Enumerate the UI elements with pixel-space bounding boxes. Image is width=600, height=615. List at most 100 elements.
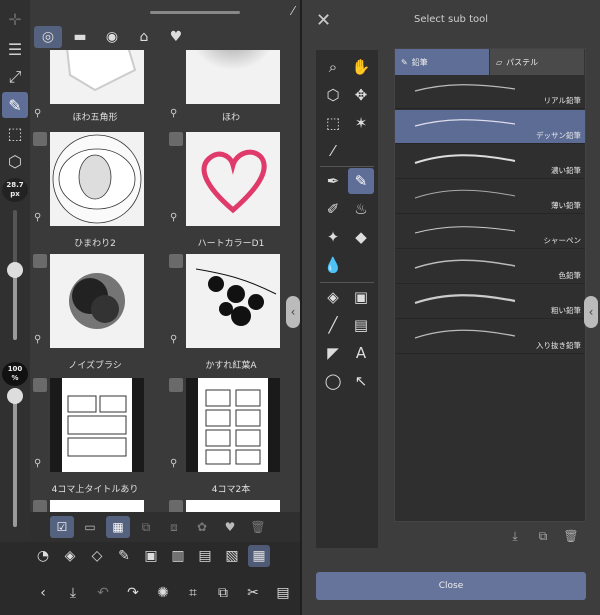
marquee-icon[interactable]: ⬚ (320, 110, 346, 136)
magic-wand-icon[interactable]: ✶ (348, 110, 374, 136)
hand-icon[interactable]: ✋ (348, 54, 374, 80)
decoration-icon[interactable]: ✦ (320, 224, 346, 250)
move-icon[interactable]: ✥ (348, 82, 374, 108)
panel-collapse-handle[interactable]: ‹ (286, 296, 300, 328)
copy-icon[interactable]: ⧉ (212, 582, 234, 604)
copy-icon[interactable]: ⧉ (134, 516, 158, 538)
delete-icon[interactable]: 🗑 (246, 516, 270, 538)
select-checkbox[interactable] (169, 132, 183, 146)
object-tool-icon[interactable]: ⬡ (2, 148, 28, 174)
favorite-icon[interactable]: ♥ (162, 26, 190, 48)
pin-icon[interactable]: ⚲ (34, 334, 46, 348)
select-checkbox[interactable] (169, 500, 183, 512)
pin-icon[interactable]: ⚲ (170, 212, 182, 226)
text-icon[interactable]: A (348, 340, 374, 366)
list-view-icon[interactable]: ▭ (78, 516, 102, 538)
select-checkbox[interactable] (33, 254, 47, 268)
line-icon[interactable]: ╱ (320, 312, 346, 338)
sub-tool-item[interactable]: シャーペン (395, 215, 585, 249)
tag-icon[interactable]: ⌂ (130, 26, 158, 48)
balloon-icon[interactable]: ◯ (320, 368, 346, 394)
eyedropper-icon[interactable]: ⁄ (320, 138, 346, 164)
animation-icon[interactable]: ▤ (194, 545, 216, 567)
pin-icon[interactable]: ⚲ (170, 334, 182, 348)
gradient-icon[interactable]: ▣ (348, 284, 374, 310)
grid-view-icon[interactable]: ▦ (106, 516, 130, 538)
settings-icon[interactable]: ✿ (190, 516, 214, 538)
select-checkbox[interactable] (33, 500, 47, 512)
undo-icon[interactable]: ↶ (92, 582, 114, 604)
sub-tool-item[interactable]: 濃い鉛筆 (395, 145, 585, 179)
zoom-icon[interactable]: ⌕ (320, 54, 346, 80)
close-button[interactable]: Close (316, 572, 586, 600)
pin-icon[interactable]: ⚲ (34, 458, 46, 472)
brush-icon[interactable]: ✐ (320, 196, 346, 222)
select-checkbox[interactable] (169, 378, 183, 392)
selection-tool-icon[interactable]: ⬚ (2, 120, 28, 146)
group-tab-label: パステル (506, 57, 539, 67)
opacity-slider[interactable] (13, 392, 17, 527)
blend-icon[interactable]: 💧 (320, 252, 346, 278)
crosshair-icon[interactable]: ✛ (2, 6, 28, 32)
color-wheel-icon[interactable]: ▣ (140, 545, 162, 567)
sub-tool-item[interactable]: 色鉛筆 (395, 250, 585, 284)
frame-icon[interactable]: ▤ (348, 312, 374, 338)
sub-tool-label: シャーペン (543, 236, 582, 245)
opacity-slider-knob[interactable] (7, 388, 23, 404)
redo-icon[interactable]: ↷ (122, 582, 144, 604)
material-home-icon[interactable]: ◎ (34, 26, 62, 48)
paste-icon[interactable]: ▤ (272, 582, 294, 604)
eyedropper-icon[interactable]: ⁄ (292, 4, 294, 18)
tool-property-icon[interactable]: ✎ (113, 545, 135, 567)
layer-icon[interactable]: ◈ (59, 545, 81, 567)
drag-handle[interactable] (150, 11, 240, 14)
select-checkbox[interactable] (169, 254, 183, 268)
color-set-icon[interactable]: ▥ (167, 545, 189, 567)
pen-icon[interactable]: ✒ (320, 168, 346, 194)
layer-property-icon[interactable]: ◇ (86, 545, 108, 567)
select-checkbox[interactable] (33, 132, 47, 146)
cut-icon[interactable]: ✂ (242, 582, 264, 604)
sub-tool-item[interactable]: 薄い鉛筆 (395, 180, 585, 214)
pin-icon[interactable]: ⚲ (34, 212, 46, 226)
import-icon[interactable]: ⤓ (507, 528, 523, 544)
duplicate-icon[interactable]: ⧉ (535, 528, 551, 544)
paste-icon[interactable]: ⧈ (162, 516, 186, 538)
delete-icon[interactable]: 🗑 (563, 528, 579, 544)
correct-line-icon[interactable]: ↖ (348, 368, 374, 394)
back-icon[interactable]: ‹ (32, 582, 54, 604)
airbrush-icon[interactable]: ♨ (348, 196, 374, 222)
group-tab[interactable]: ▱ パステル (490, 49, 585, 75)
save-icon[interactable]: ⤓ (62, 582, 84, 604)
pencil-icon[interactable]: ✎ (348, 168, 374, 194)
sub-tool-item[interactable]: リアル鉛筆 (395, 75, 585, 109)
pin-icon[interactable]: ⚲ (170, 458, 182, 472)
opacity-unit: % (11, 374, 19, 382)
brush-size-slider-knob[interactable] (7, 262, 23, 278)
navigator-icon[interactable]: ◔ (32, 545, 54, 567)
transform-tool-icon[interactable]: ⤢ (2, 64, 28, 90)
loading-icon[interactable]: ✺ (152, 582, 174, 604)
select-mode-icon[interactable]: ☑ (50, 516, 74, 538)
brush-size-indicator: 28.7 px (2, 178, 28, 202)
ruler-icon[interactable]: ◤ (320, 340, 346, 366)
materials-icon[interactable]: ▦ (248, 545, 270, 567)
crop-icon[interactable]: ⌗ (182, 582, 204, 604)
sub-tool-item[interactable]: 粗い鉛筆 (395, 285, 585, 319)
fill-icon[interactable]: ◈ (320, 284, 346, 310)
panel-collapse-handle[interactable]: ‹ (584, 296, 598, 328)
search-icon[interactable]: ◉ (98, 26, 126, 48)
sub-tool-item-selected[interactable]: デッサン鉛筆 (395, 110, 585, 144)
object-select-icon[interactable]: ⬡ (320, 82, 346, 108)
stroke-preview (414, 226, 516, 234)
select-checkbox[interactable] (33, 378, 47, 392)
history-icon[interactable]: ▧ (221, 545, 243, 567)
folder-icon[interactable]: ▬ (66, 26, 94, 48)
favorite-icon[interactable]: ♥ (218, 516, 242, 538)
material-caption: ほわ五角形 (72, 113, 118, 123)
group-tab[interactable]: ✎ 鉛筆 (395, 49, 490, 75)
eraser-icon[interactable]: ◆ (348, 224, 374, 250)
menu-icon[interactable]: ☰ (2, 36, 28, 62)
sub-tool-item[interactable]: 入り抜き鉛筆 (395, 320, 585, 354)
pen-tool-icon[interactable]: ✎ (2, 92, 28, 118)
